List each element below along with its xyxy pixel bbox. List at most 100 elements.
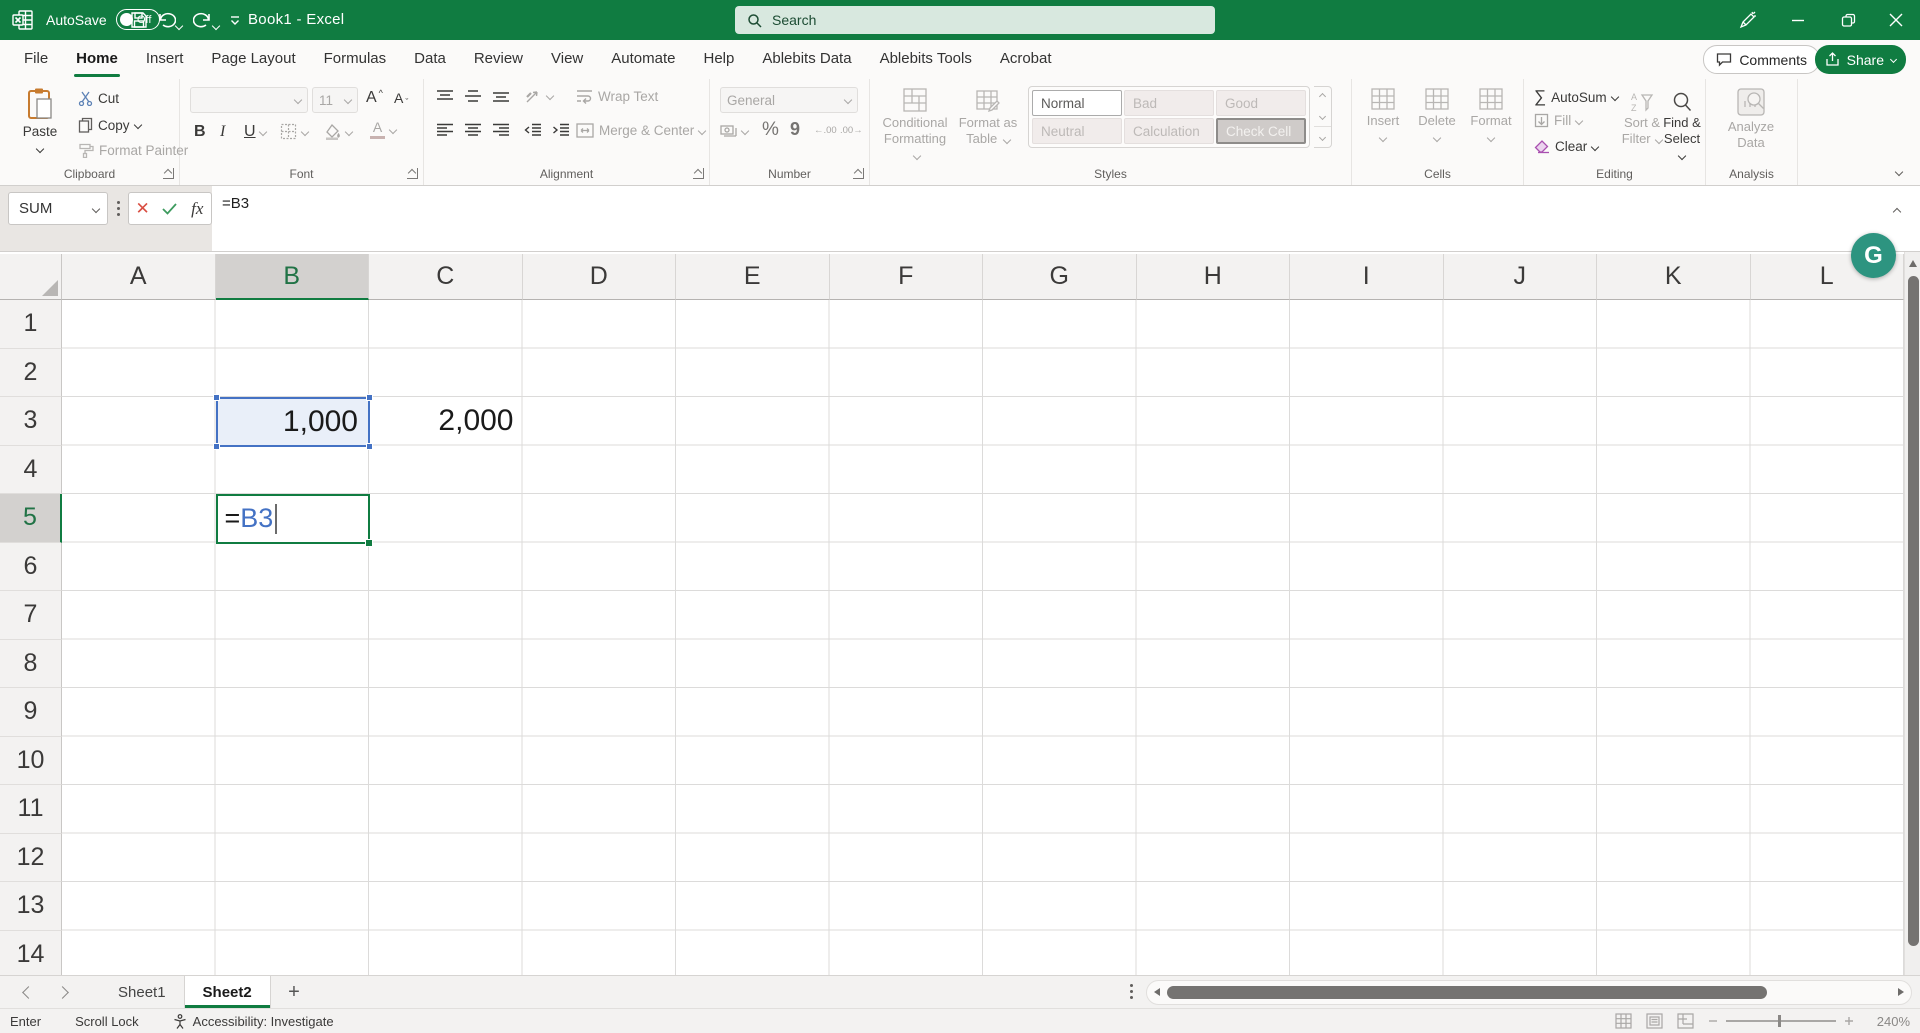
cells-button[interactable]: Format [1466,87,1516,145]
new-sheet-button[interactable]: + [280,978,308,1006]
row-header[interactable]: 6 [0,542,62,591]
sheet-tab[interactable]: Sheet2 [184,976,271,1008]
column-header[interactable]: F [829,254,983,300]
number-format-combo[interactable]: General [720,87,858,113]
font-dialog-launcher[interactable] [407,168,418,179]
cell-style-item[interactable]: Good [1216,90,1306,116]
cell-style-item[interactable]: Calculation [1124,118,1214,144]
comments-button[interactable]: Comments [1703,45,1820,74]
ribbon-tab[interactable]: Automate [597,40,689,79]
underline-button[interactable]: U [244,123,256,141]
name-box[interactable]: SUM [8,192,108,225]
wrap-text-button[interactable]: Wrap Text [576,89,658,104]
grammarly-badge[interactable]: G [1851,233,1896,278]
page-layout-view-button[interactable] [1646,1013,1663,1029]
save-button[interactable] [126,7,152,33]
borders-button[interactable] [280,123,310,140]
ribbon-tab[interactable]: Insert [132,40,198,79]
shrink-font-button[interactable]: Aˇ [394,89,408,107]
clear-button[interactable]: Clear [1534,139,1600,154]
column-header[interactable]: H [1136,254,1290,300]
scroll-right-arrow[interactable] [1898,988,1904,996]
column-header[interactable]: D [522,254,676,300]
row-header[interactable]: 2 [0,348,62,397]
scroll-left-arrow[interactable] [1154,988,1160,996]
font-color-chevron[interactable] [388,125,398,135]
align-bottom-button[interactable] [492,89,510,103]
ribbon-tab[interactable]: Ablebits Tools [866,40,986,79]
ribbon-tab[interactable]: View [537,40,597,79]
enter-entry-button[interactable] [156,193,183,224]
row-header[interactable]: 4 [0,445,62,494]
sort-filter-button[interactable]: A Z Sort & Filter [1620,91,1664,147]
tab-scroll-splitter[interactable] [1130,984,1133,1002]
quick-access-customize-button[interactable] [222,7,248,33]
cell-style-item[interactable]: Normal [1032,90,1122,116]
scroll-up-arrow[interactable] [1909,260,1917,267]
column-header[interactable]: I [1290,254,1444,300]
cell-style-item[interactable]: Check Cell [1216,118,1306,144]
clear-chevron[interactable] [1591,142,1600,151]
cell-style-item[interactable]: Bad [1124,90,1214,116]
grow-font-button[interactable]: A ^ [366,88,383,107]
format-as-table-button[interactable]: Format as Table [954,87,1022,147]
accounting-format-button[interactable] [720,123,750,139]
ribbon-tab[interactable]: Review [460,40,537,79]
row-header[interactable]: 8 [0,639,62,688]
normal-view-button[interactable] [1615,1013,1632,1029]
column-header[interactable]: C [369,254,523,300]
autosum-chevron[interactable] [1610,92,1619,102]
collapse-ribbon-chevron[interactable] [1894,167,1904,177]
alignment-dialog-launcher[interactable] [693,168,704,179]
cells-button[interactable]: Insert [1358,87,1408,145]
ribbon-tab[interactable]: Home [62,40,132,79]
gallery-down-button[interactable] [1314,107,1331,127]
previous-sheet-arrow[interactable] [22,986,35,999]
increase-decimal-button[interactable]: ←.00 [814,125,837,136]
ink-mode-icon[interactable] [1726,0,1770,40]
format-as-table-chevron[interactable] [1002,135,1012,145]
analyze-data-button[interactable]: Analyze Data [1718,87,1784,151]
select-all-corner[interactable] [0,254,62,300]
italic-button[interactable]: I [220,123,225,141]
align-right-button[interactable] [492,123,510,137]
fill-color-chevron[interactable] [344,127,354,136]
orientation-chevron[interactable] [545,91,555,101]
ribbon-tab[interactable]: File [10,40,62,79]
fill-color-button[interactable] [324,123,354,140]
clipboard-dialog-launcher[interactable] [163,168,174,179]
column-header[interactable]: G [983,254,1137,300]
fill-button[interactable]: Fill [1534,113,1584,128]
undo-menu-chevron[interactable] [174,16,186,31]
comma-style-button[interactable]: 9 [790,119,800,140]
share-button[interactable]: Share [1814,45,1906,74]
accessibility-checker[interactable]: Accessibility: Investigate [173,1014,334,1029]
collapse-formula-bar-chevron[interactable] [1892,202,1904,217]
row-header[interactable]: 1 [0,300,62,349]
decrease-indent-button[interactable] [524,123,542,137]
horizontal-scroll-thumb[interactable] [1167,986,1767,999]
column-header[interactable]: K [1597,254,1751,300]
font-size-combo[interactable]: 11 [312,87,358,113]
autosum-button[interactable]: ∑ AutoSum [1534,87,1619,107]
excel-app-icon[interactable] [12,9,34,31]
merge-center-chevron[interactable] [698,126,707,135]
cell-style-item[interactable]: Neutral [1032,118,1122,144]
bold-button[interactable]: B [194,123,206,141]
paste-button[interactable]: Paste [14,87,66,157]
fill-chevron[interactable] [1575,116,1584,125]
insert-function-button[interactable]: fx [184,193,211,224]
cells-chevron[interactable] [1378,133,1388,143]
align-center-button[interactable] [464,123,482,137]
font-name-combo[interactable] [190,87,308,113]
row-header[interactable]: 14 [0,930,62,975]
decrease-decimal-button[interactable]: .00→ [840,125,863,136]
ribbon-tab[interactable]: Page Layout [197,40,309,79]
vertical-scroll-thumb[interactable] [1907,276,1919,946]
row-header[interactable]: 13 [0,882,62,931]
align-top-button[interactable] [436,89,454,103]
conditional-formatting-button[interactable]: Conditional Formatting [878,87,952,163]
row-header[interactable]: 3 [0,397,62,446]
zoom-slider[interactable] [1708,1014,1854,1027]
column-header[interactable]: J [1443,254,1597,300]
